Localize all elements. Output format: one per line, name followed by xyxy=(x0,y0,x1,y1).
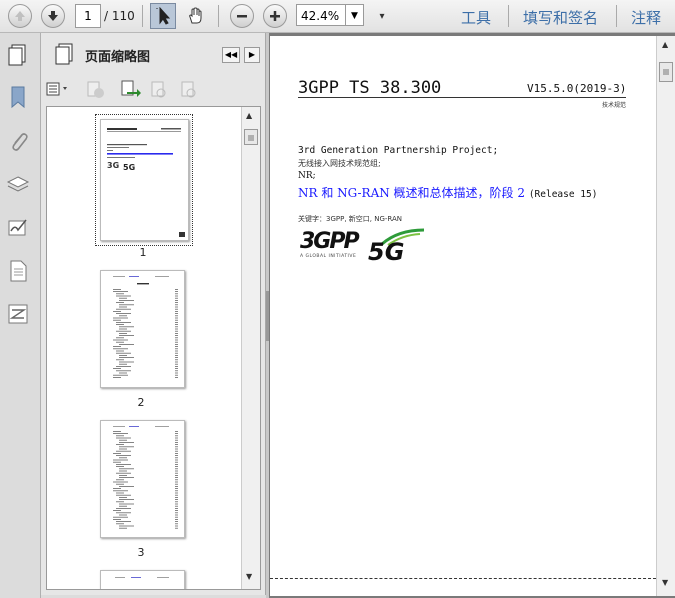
panel-arrow-button[interactable]: ▶ xyxy=(244,47,260,63)
thumbnail-preview xyxy=(113,276,178,378)
collapse-panel-button[interactable]: ◀◀ xyxy=(222,47,240,63)
select-cursor-icon xyxy=(156,7,171,25)
doc-title: NR 和 NG-RAN 概述和总体描述，阶段 2 (Release 15) xyxy=(298,184,597,201)
select-tool-button[interactable] xyxy=(150,3,176,29)
scroll-down-arrow[interactable]: ▼ xyxy=(246,572,252,581)
release-text: (Release 15) xyxy=(528,189,598,200)
page-break xyxy=(270,578,656,579)
thumbnail-scrollbar[interactable]: ▲ ▼ xyxy=(241,107,260,589)
svg-text:5G: 5G xyxy=(123,163,135,172)
rotate-page-icon[interactable] xyxy=(179,81,199,99)
scroll-up-arrow[interactable]: ▲ xyxy=(246,111,252,120)
page-number-input[interactable]: 1 xyxy=(75,4,101,28)
arrow-down-icon xyxy=(48,11,58,21)
thumbnail-page-4[interactable] xyxy=(100,570,185,589)
zoom-dropdown-button[interactable]: ▼ xyxy=(346,4,364,26)
hand-icon xyxy=(189,7,202,24)
pages-icon xyxy=(55,43,73,65)
chevron-down-icon: ▾ xyxy=(379,10,385,22)
bookmark-icon[interactable] xyxy=(6,85,30,109)
page-total: / 110 xyxy=(104,9,135,23)
scroll-up-arrow[interactable]: ▲ xyxy=(662,40,668,49)
panel-header: 页面缩略图 ◀◀ ▶ xyxy=(41,33,265,75)
doc-title-text: NR 和 NG-RAN 概述和总体描述，阶段 2 xyxy=(298,186,525,200)
org-line: 3rd Generation Partnership Project; xyxy=(298,145,499,156)
navigation-rail xyxy=(0,33,41,598)
zoom-out-icon xyxy=(237,15,247,18)
nr-line: NR; xyxy=(298,171,316,181)
next-page-button[interactable] xyxy=(41,4,65,28)
thumbnail-panel: 页面缩略图 ◀◀ ▶ 3G 5G 1 2 3 ▲ ▼ xyxy=(41,33,266,595)
panel-title: 页面缩略图 xyxy=(85,50,151,65)
arrow-up-icon xyxy=(15,11,25,21)
zoom-level-input[interactable]: 42.4% xyxy=(296,4,346,26)
spec-title: 3GPP TS 38.300 xyxy=(298,78,442,98)
thumbnail-page-3[interactable] xyxy=(100,420,185,538)
thumbnail-label: 2 xyxy=(137,396,145,409)
thumbnail-page-2[interactable] xyxy=(100,270,185,388)
main-toolbar: 1 / 110 42.4% ▼ ▾ 工具 填写和签名 注释 xyxy=(0,0,675,33)
hand-tool-button[interactable] xyxy=(183,3,209,29)
group-line: 无线接入网技术规范组; xyxy=(298,159,381,168)
thumbnail-list: 3G 5G 1 2 3 ▲ ▼ xyxy=(46,106,261,590)
signature-icon[interactable] xyxy=(6,216,30,240)
zoom-in-icon xyxy=(270,11,280,21)
logo-5g: 5G xyxy=(368,228,428,268)
tools-menu[interactable]: 工具 xyxy=(461,7,491,28)
document-page: 3GPP TS 38.300 V15.5.0(2019-3) 技术规范 3rd … xyxy=(270,36,656,596)
chevron-down-icon: ▼ xyxy=(351,11,358,21)
prev-page-button[interactable] xyxy=(8,4,32,28)
fill-sign-menu[interactable]: 填写和签名 xyxy=(523,7,598,28)
toolbar-options-button[interactable]: ▾ xyxy=(372,6,392,26)
print-page-icon[interactable] xyxy=(149,81,169,99)
options-menu-icon xyxy=(46,82,67,96)
zoom-out-button[interactable] xyxy=(230,4,254,28)
scroll-down-arrow[interactable]: ▼ xyxy=(662,578,668,587)
extract-page-icon[interactable] xyxy=(119,80,141,100)
compare-icon[interactable] xyxy=(6,302,30,326)
thumbnail-preview xyxy=(113,426,178,529)
thumbnail-label: 3 xyxy=(137,546,145,559)
panel-options-button[interactable] xyxy=(46,81,72,97)
thumbnail-label: 1 xyxy=(139,246,147,259)
keywords-line: 关键字：3GPP, 新空口, NG-RAN xyxy=(298,215,403,223)
document-icon[interactable] xyxy=(6,259,30,283)
thumbnail-page-1[interactable]: 3G 5G xyxy=(100,119,189,241)
document-scrollbar[interactable]: ▲ ▼ xyxy=(656,36,675,596)
zoom-in-button[interactable] xyxy=(263,4,287,28)
spec-type: 技术规范 xyxy=(602,102,627,109)
thumbnail-preview: 3G 5G xyxy=(107,128,185,237)
svg-text:3G: 3G xyxy=(107,161,119,170)
logo-3gpp: 3GPP A GLOBAL INITIATIVE xyxy=(300,229,360,259)
thumbnail-preview xyxy=(115,577,169,578)
title-rule xyxy=(298,97,626,98)
delete-page-icon[interactable] xyxy=(85,81,107,99)
pages-icon[interactable] xyxy=(6,42,30,66)
comment-menu[interactable]: 注释 xyxy=(631,7,661,28)
attachment-icon[interactable] xyxy=(6,129,30,153)
spec-version: V15.5.0(2019-3) xyxy=(527,82,627,95)
panel-toolbar xyxy=(41,75,265,103)
layers-icon[interactable] xyxy=(6,173,30,197)
scrollbar-thumb[interactable] xyxy=(244,129,258,145)
scrollbar-thumb[interactable] xyxy=(659,62,673,82)
